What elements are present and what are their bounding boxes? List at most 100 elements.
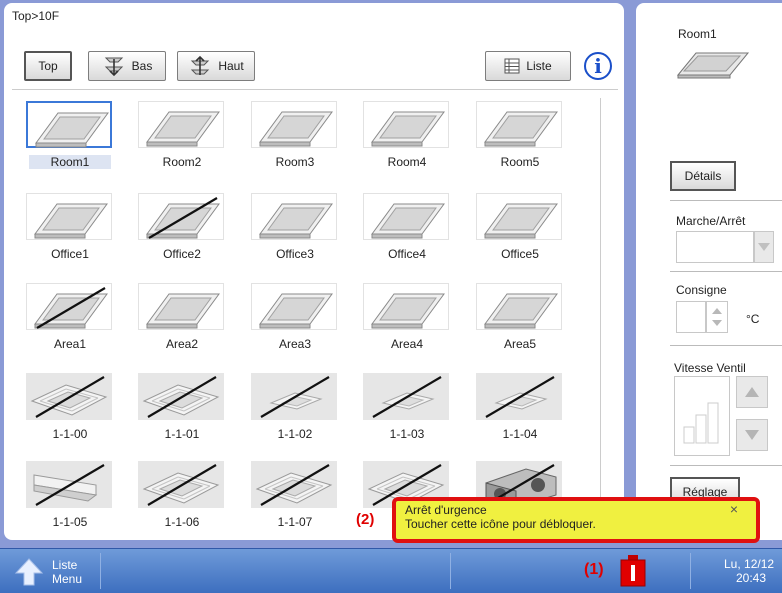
- arrow-down-icon: [745, 430, 759, 440]
- fan-speed-bars-icon: [683, 402, 719, 444]
- fan-speed-up-button[interactable]: [736, 376, 768, 408]
- room-icon: [371, 203, 445, 239]
- grid-item-label-text: Room2: [162, 155, 202, 169]
- grid-item[interactable]: Office4: [351, 190, 463, 272]
- grid-item-label: Room3: [239, 153, 351, 171]
- grid-item-label: Area3: [239, 335, 351, 353]
- grid-item[interactable]: Area1: [14, 280, 126, 362]
- close-icon[interactable]: ×: [730, 501, 738, 517]
- grid-item-icon-box: [26, 373, 112, 420]
- divider: [670, 200, 782, 201]
- haut-button-label: Haut: [218, 59, 244, 73]
- grid-item[interactable]: Room3: [239, 98, 351, 180]
- grid-item[interactable]: 1-1-02: [239, 370, 351, 452]
- grid-item-label-text: Office5: [501, 247, 539, 261]
- top-button[interactable]: Top: [24, 51, 72, 81]
- chevron-down-icon[interactable]: [754, 231, 774, 263]
- setpoint-unit: °C: [746, 312, 760, 326]
- popup-message: Toucher cette icône pour débloquer.: [405, 517, 596, 531]
- move-up-icon: [191, 55, 210, 75]
- grid-item[interactable]: Room5: [464, 98, 576, 180]
- arrow-up-icon: [14, 558, 44, 586]
- grid-item-label-text: Office3: [276, 247, 314, 261]
- grid-item-icon-box: [251, 101, 337, 148]
- fan-speed-display: [674, 376, 730, 456]
- grid-item[interactable]: Area4: [351, 280, 463, 362]
- liste-button[interactable]: Liste: [485, 51, 571, 81]
- room-icon: [35, 112, 109, 148]
- grid-item-label: 1-1-00: [14, 425, 126, 443]
- grid-item-icon-box: [363, 373, 449, 420]
- grid-item-icon-box: [138, 283, 224, 330]
- room-icon: [371, 111, 445, 147]
- grid-item[interactable]: Office2: [126, 190, 238, 272]
- grid-item-label-text: 1-1-04: [502, 427, 538, 441]
- grid-item[interactable]: Room1: [14, 98, 126, 180]
- grid-item[interactable]: 1-1-00: [14, 370, 126, 452]
- room-icon: [371, 293, 445, 329]
- grid-item-label-text: Area2: [165, 337, 199, 351]
- emergency-stop-icon[interactable]: [620, 555, 646, 587]
- grid-item-icon-box: [251, 283, 337, 330]
- grid-item-icon-box: [476, 193, 562, 240]
- grid-item-icon-box: [251, 193, 337, 240]
- divider: [450, 553, 451, 589]
- setpoint-stepper[interactable]: [706, 301, 728, 333]
- grid-item[interactable]: Office5: [464, 190, 576, 272]
- grid-item-label: 1-1-07: [239, 513, 351, 531]
- divider: [12, 89, 618, 90]
- cassette-unit-icon: [30, 376, 108, 418]
- menu-list-button[interactable]: Liste Menu: [4, 549, 100, 593]
- grid-item-label: 1-1-01: [126, 425, 238, 443]
- grid-item-icon-box: [26, 461, 112, 508]
- icon-grid: Room1 Room2 Room3 Room4 Room5 Office1 Office2 O…: [14, 98, 589, 529]
- grid-item-icon-box: [363, 193, 449, 240]
- fan-speed-label: Vitesse Ventil: [674, 361, 746, 375]
- grid-item-label-text: Area3: [278, 337, 312, 351]
- room-icon: [484, 111, 558, 147]
- grid-item-label: Room2: [126, 153, 238, 171]
- grid-item-label: 1-1-02: [239, 425, 351, 443]
- callout-marker-1: (1): [584, 561, 604, 578]
- emergency-stop-popup[interactable]: Arrêt d'urgence Toucher cette icône pour…: [392, 497, 760, 543]
- detail-panel: Room1 Détails Marche/Arrêt Consigne °C V…: [636, 3, 782, 540]
- grid-item[interactable]: 1-1-06: [126, 458, 238, 540]
- setpoint-field[interactable]: [676, 301, 706, 333]
- callout-marker-2: (2): [356, 511, 375, 528]
- room-icon: [484, 293, 558, 329]
- divider: [600, 98, 601, 530]
- grid-item-label-text: 1-1-03: [389, 427, 425, 441]
- grid-item-label-text: 1-1-00: [52, 427, 88, 441]
- grid-item[interactable]: 1-1-03: [351, 370, 463, 452]
- grid-item-label: Office4: [351, 245, 463, 263]
- grid-item-label: 1-1-06: [126, 513, 238, 531]
- room-icon: [146, 111, 220, 147]
- menu-line-2: Menu: [52, 572, 83, 586]
- divider: [670, 345, 782, 346]
- details-button[interactable]: Détails: [670, 161, 736, 191]
- grid-item[interactable]: Office1: [14, 190, 126, 272]
- grid-item-icon-box: [476, 373, 562, 420]
- grid-item[interactable]: 1-1-07: [239, 458, 351, 540]
- grid-item[interactable]: Area5: [464, 280, 576, 362]
- grid-item[interactable]: Area2: [126, 280, 238, 362]
- on-off-select[interactable]: [676, 231, 754, 263]
- cassette-unit-icon: [142, 464, 220, 506]
- info-icon[interactable]: i: [584, 52, 612, 80]
- grid-item[interactable]: Area3: [239, 280, 351, 362]
- grid-item[interactable]: Room2: [126, 98, 238, 180]
- grid-item[interactable]: Room4: [351, 98, 463, 180]
- haut-button[interactable]: Haut: [177, 51, 255, 81]
- grid-item[interactable]: Office3: [239, 190, 351, 272]
- grid-item[interactable]: 1-1-04: [464, 370, 576, 452]
- setpoint-label: Consigne: [676, 283, 727, 297]
- grid-item[interactable]: 1-1-01: [126, 370, 238, 452]
- fan-speed-down-button[interactable]: [736, 419, 768, 451]
- grid-item-label-text: 1-1-05: [52, 515, 88, 529]
- grid-item-icon-box: [26, 193, 112, 240]
- ceiling-unit-icon: [372, 376, 442, 418]
- room-icon: [259, 111, 333, 147]
- grid-item-icon-box: [251, 373, 337, 420]
- bas-button[interactable]: Bas: [88, 51, 166, 81]
- grid-item[interactable]: 1-1-05: [14, 458, 126, 540]
